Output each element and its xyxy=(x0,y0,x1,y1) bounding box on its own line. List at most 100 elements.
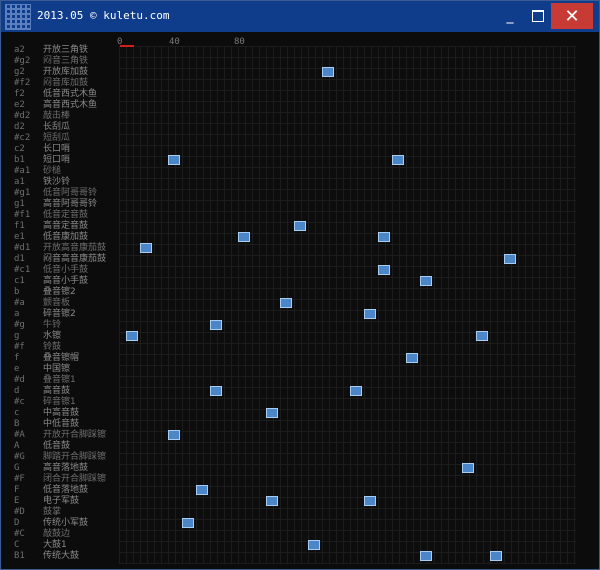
beat-block[interactable] xyxy=(378,232,390,242)
title-bar[interactable]: 2013.05 © kuletu.com _ ✕ xyxy=(1,1,599,32)
beat-block[interactable] xyxy=(266,496,278,506)
instrument-list: a2 开放三角铁 #g2 闷音三角铁 g2 开放库加鼓 #f2 闷音库加鼓 f2 低音西式木鱼 e2… xyxy=(11,33,119,563)
note-label: C xyxy=(14,540,20,550)
instrument-name: 闷音高音康茄鼓 xyxy=(43,254,107,264)
window-title: 2013.05 © kuletu.com xyxy=(37,9,170,22)
note-label: #a1 xyxy=(14,166,31,176)
instrument-name: 大鼓1 xyxy=(43,540,67,550)
instrument-name: 高音定音鼓 xyxy=(43,221,89,231)
instrument-name: 中低音鼓 xyxy=(43,419,80,429)
instrument-name: 碎音镲1 xyxy=(43,397,76,407)
beat-block[interactable] xyxy=(308,540,320,550)
instrument-name: 铁沙铃 xyxy=(43,177,71,187)
instrument-name: 闷音库加鼓 xyxy=(43,78,89,88)
note-label: G xyxy=(14,463,20,473)
instrument-name: 低音小手鼓 xyxy=(43,265,89,275)
note-label: B xyxy=(14,419,20,429)
beat-block[interactable] xyxy=(378,265,390,275)
note-label: #c2 xyxy=(14,133,31,143)
note-label: #d1 xyxy=(14,243,31,253)
beat-block[interactable] xyxy=(364,496,376,506)
note-label: #F xyxy=(14,474,25,484)
note-label: c xyxy=(14,408,20,418)
beat-block[interactable] xyxy=(140,243,152,253)
instrument-name: 碎音镲2 xyxy=(43,309,76,319)
beat-block[interactable] xyxy=(168,430,180,440)
instrument-name: 低音鼓 xyxy=(43,441,71,451)
instrument-name: 脚踏开合脚踩镲 xyxy=(43,452,107,462)
instrument-name: 低音定音鼓 xyxy=(43,210,89,220)
instrument-name: 开放开合脚踩镲 xyxy=(43,430,107,440)
note-label: b xyxy=(14,287,20,297)
note-label: E xyxy=(14,496,20,506)
instrument-name: 叠音镲1 xyxy=(43,375,76,385)
beat-block[interactable] xyxy=(322,67,334,77)
beat-block[interactable] xyxy=(462,463,474,473)
note-label: a xyxy=(14,309,20,319)
beat-block[interactable] xyxy=(364,309,376,319)
instrument-name: 敲鼓边 xyxy=(43,529,71,539)
instrument-name: 闷音三角铁 xyxy=(43,56,89,66)
beat-block[interactable] xyxy=(294,221,306,231)
instrument-name: 传统小军鼓 xyxy=(43,518,89,528)
instrument-name: 铃鼓 xyxy=(43,342,62,352)
close-button[interactable]: ✕ xyxy=(551,3,593,29)
note-label: #G xyxy=(14,452,25,462)
beat-block[interactable] xyxy=(392,155,404,165)
beat-block[interactable] xyxy=(504,254,516,264)
note-label: #g2 xyxy=(14,56,31,66)
step-sequencer-grid[interactable] xyxy=(119,46,576,564)
instrument-name: 高音小手鼓 xyxy=(43,276,89,286)
beat-block[interactable] xyxy=(476,331,488,341)
instrument-name: 牛铃 xyxy=(43,320,62,330)
playhead-marker[interactable] xyxy=(120,45,134,47)
note-label: a1 xyxy=(14,177,25,187)
instrument-name: 长口哨 xyxy=(43,144,71,154)
instrument-name: 中国镲 xyxy=(43,364,71,374)
note-label: f1 xyxy=(14,221,25,231)
note-label: #g xyxy=(14,320,25,330)
instrument-name: 低音康加鼓 xyxy=(43,232,89,242)
beat-block[interactable] xyxy=(406,353,418,363)
note-label: g2 xyxy=(14,67,25,77)
note-label: #c1 xyxy=(14,265,31,275)
note-label: f xyxy=(14,353,20,363)
note-label: F xyxy=(14,485,20,495)
instrument-name: 开放三角铁 xyxy=(43,45,89,55)
instrument-name: 中高音鼓 xyxy=(43,408,80,418)
beat-block[interactable] xyxy=(420,551,432,561)
beat-block[interactable] xyxy=(126,331,138,341)
beat-block[interactable] xyxy=(210,386,222,396)
grid-app-icon xyxy=(5,4,31,30)
note-label: d1 xyxy=(14,254,25,264)
instrument-name: 传统大鼓 xyxy=(43,551,80,561)
minimize-button[interactable]: _ xyxy=(496,3,524,29)
beat-block[interactable] xyxy=(280,298,292,308)
note-label: #D xyxy=(14,507,25,517)
beat-block[interactable] xyxy=(490,551,502,561)
note-label: #f xyxy=(14,342,25,352)
beat-block[interactable] xyxy=(350,386,362,396)
note-label: B1 xyxy=(14,551,25,561)
instrument-name: 水镲 xyxy=(43,331,62,341)
beat-block[interactable] xyxy=(420,276,432,286)
note-label: #g1 xyxy=(14,188,31,198)
instrument-name: 叠音镲2 xyxy=(43,287,76,297)
beat-block[interactable] xyxy=(196,485,208,495)
note-label: #d xyxy=(14,375,25,385)
note-label: a2 xyxy=(14,45,25,55)
maximize-button[interactable] xyxy=(524,3,552,29)
beat-block[interactable] xyxy=(168,155,180,165)
note-label: d2 xyxy=(14,122,25,132)
instrument-name: 颤音板 xyxy=(43,298,71,308)
note-label: #A xyxy=(14,430,25,440)
beat-block[interactable] xyxy=(266,408,278,418)
instrument-name: 高音落地鼓 xyxy=(43,463,89,473)
instrument-name: 闭合开合脚踩镲 xyxy=(43,474,107,484)
beat-block[interactable] xyxy=(210,320,222,330)
beat-block[interactable] xyxy=(182,518,194,528)
instrument-name: 鼓掌 xyxy=(43,507,62,517)
instrument-name: 敲击棒 xyxy=(43,111,71,121)
beat-block[interactable] xyxy=(238,232,250,242)
instrument-name: 高音阿哥哥铃 xyxy=(43,199,98,209)
